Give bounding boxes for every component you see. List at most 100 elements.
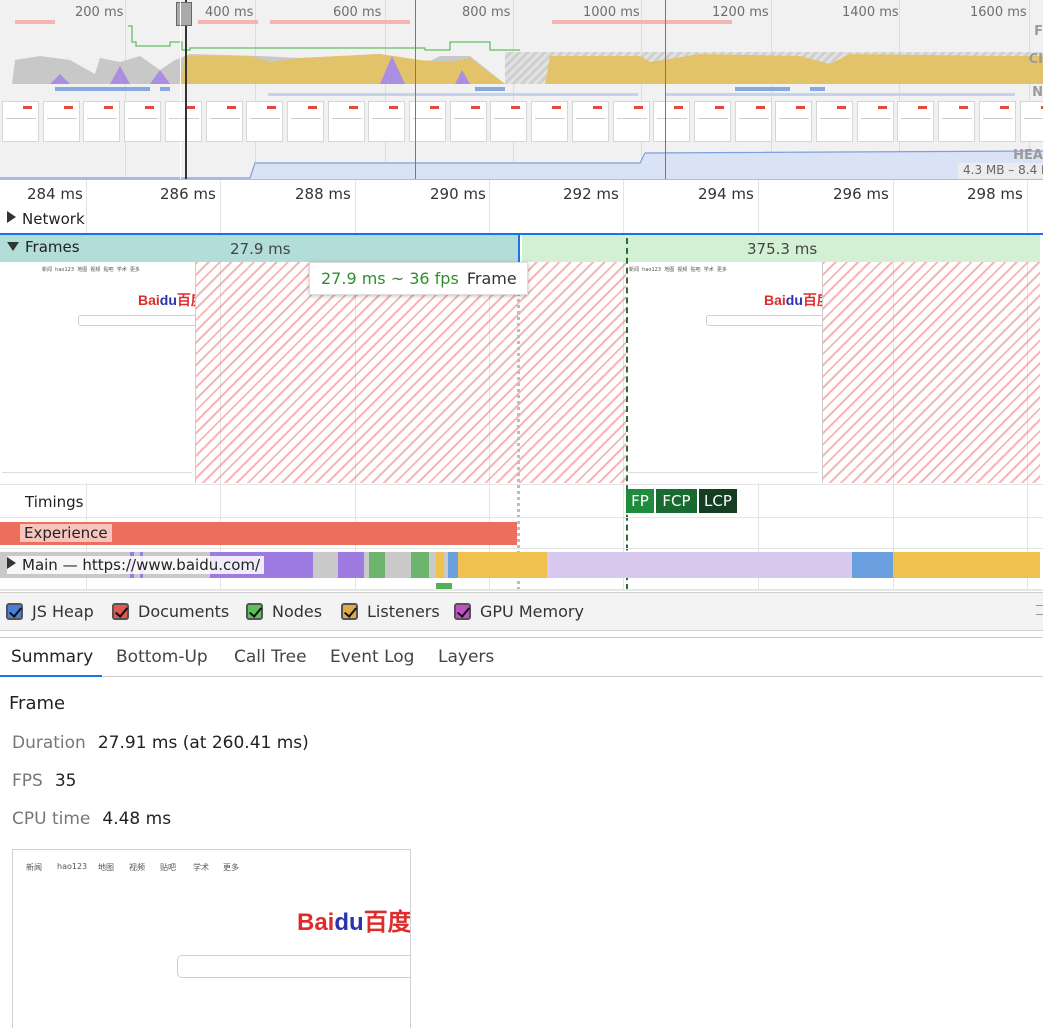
legend-item-listeners[interactable]: Listeners: [341, 602, 440, 621]
selection-handle[interactable]: [176, 2, 192, 26]
legend-label: JS Heap: [32, 602, 94, 621]
overview-tick-label: 1000 ms: [583, 5, 640, 20]
legend-label: Listeners: [367, 602, 440, 621]
frames-track-header[interactable]: Frames: [0, 235, 80, 260]
ruler-tick: 298 ms: [967, 185, 1023, 203]
tab-event-log[interactable]: Event Log: [330, 638, 414, 677]
lcp-marker[interactable]: LCP: [699, 489, 737, 513]
filmstrip-thumbnail: [734, 101, 772, 142]
checkbox-icon[interactable]: [6, 603, 23, 620]
track-divider: [0, 517, 1043, 518]
tab-bottom-up[interactable]: Bottom-Up: [116, 638, 208, 677]
filmstrip-thumbnail: [938, 101, 976, 142]
main-track-label: Main — https://www.baidu.com/: [22, 556, 261, 574]
frame-bar[interactable]: 375.3 ms: [522, 235, 1040, 262]
screenshot-nav: 新闻 hao123 地图 视频 贴吧 学术 更多: [42, 267, 140, 273]
main-thread-segment[interactable]: [265, 552, 313, 578]
frames-track-label: Frames: [25, 238, 80, 256]
screenshot-nav: 新闻 hao123 地图 视频 贴吧 学术 更多: [629, 267, 727, 273]
main-thread-segment[interactable]: [547, 552, 852, 578]
fp-marker[interactable]: FP: [626, 489, 654, 513]
main-thread-segment[interactable]: [852, 552, 893, 578]
legend-item-nodes[interactable]: Nodes: [246, 602, 322, 621]
overview-row-label: F: [1034, 24, 1043, 39]
checkbox-icon[interactable]: [454, 603, 471, 620]
frame-screenshot[interactable]: 新闻 hao123 地图 视频 贴吧 学术 更多 Baidu百度: [0, 262, 196, 483]
ruler-tick: 292 ms: [563, 185, 619, 203]
timings-track-label[interactable]: Timings: [25, 493, 84, 511]
resize-handle-icon[interactable]: [1036, 605, 1043, 615]
fps-graph: [128, 25, 520, 51]
main-thread-segment[interactable]: [436, 552, 444, 578]
preview-nav-link: 视频: [129, 863, 145, 872]
main-thread-segment[interactable]: [411, 552, 429, 578]
filmstrip-thumbnail: [246, 101, 284, 142]
filmstrip-thumbnail: [612, 101, 650, 142]
checkbox-icon[interactable]: [341, 603, 358, 620]
legend-label: Nodes: [272, 602, 323, 621]
frame-screenshot[interactable]: 新闻 hao123 地图 视频 贴吧 学术 更多 Baidu百度: [626, 262, 823, 483]
experience-track-label[interactable]: Experience: [20, 524, 112, 542]
legend-item-js-heap[interactable]: JS Heap: [6, 602, 94, 621]
checkbox-icon[interactable]: [112, 603, 129, 620]
checkbox-icon[interactable]: [246, 603, 263, 620]
filmstrip-thumbnail: [856, 101, 894, 142]
overview-tick-label: 1600 ms: [970, 5, 1027, 20]
summary-title: Frame: [9, 693, 66, 714]
filmstrip-thumbnail: [653, 101, 691, 142]
selection-window-right: [180, 0, 181, 179]
filmstrip-thumbnail: [531, 101, 569, 142]
selection-end-marker: [517, 262, 520, 590]
filmstrip-thumbnail: [978, 101, 1016, 142]
track-divider: [0, 589, 1043, 591]
ruler-tick: 294 ms: [698, 185, 754, 203]
main-thread-segment[interactable]: [385, 552, 411, 578]
frame-screenshot-preview[interactable]: 新闻 hao123 地图 视频 贴吧 学术 更多 Baidu百度: [12, 849, 411, 1028]
legend-label: Documents: [138, 602, 230, 621]
time-ruler: 284 ms 286 ms 288 ms 290 ms 292 ms 294 m…: [0, 180, 1043, 207]
heap-graph: [0, 150, 1043, 179]
main-thread-segment[interactable]: [429, 552, 436, 578]
summary-duration-value: 27.91 ms (at 260.41 ms): [97, 733, 309, 753]
ruler-tick: 290 ms: [430, 185, 486, 203]
main-track-header[interactable]: Main — https://www.baidu.com/: [7, 556, 265, 574]
legend-item-gpu-memory[interactable]: GPU Memory: [454, 602, 584, 621]
summary-cpu-key: CPU time: [12, 809, 91, 829]
fcp-marker-line: [626, 238, 628, 590]
main-thread-segment[interactable]: [458, 552, 547, 578]
main-thread-segment[interactable]: [448, 552, 458, 578]
network-track-label: Network: [22, 210, 85, 228]
ruler-tick: 288 ms: [295, 185, 351, 203]
preview-nav-link: 更多: [223, 863, 239, 872]
main-thread-segment[interactable]: [369, 552, 385, 578]
overview-tick-label: 1400 ms: [842, 5, 899, 20]
legend-item-documents[interactable]: Documents: [112, 602, 229, 621]
summary-fps-key: FPS: [12, 771, 43, 791]
main-thread-segment[interactable]: [893, 552, 1040, 578]
preview-nav-link: 新闻: [26, 863, 42, 872]
main-thread-segment[interactable]: [338, 552, 364, 578]
network-track-header[interactable]: Network: [7, 210, 85, 228]
filmstrip-thumbnail: [775, 101, 813, 142]
filmstrip-thumbnail: [164, 101, 202, 142]
fcp-marker[interactable]: FCP: [656, 489, 697, 513]
filmstrip-thumbnail: [693, 101, 731, 142]
main-thread-segment[interactable]: [313, 552, 338, 578]
tab-layers[interactable]: Layers: [438, 638, 494, 677]
heap-range: 4.3 MB – 8.4 I: [958, 163, 1043, 179]
preview-nav-link: 学术: [193, 863, 209, 872]
summary-duration-row: Duration 27.91 ms (at 260.41 ms): [12, 733, 309, 753]
summary-fps-row: FPS 35: [12, 771, 76, 791]
filmstrip-thumbnail: [897, 101, 935, 142]
summary-duration-key: Duration: [12, 733, 86, 753]
dcl-marker: [415, 0, 416, 179]
summary-panel: Frame Duration 27.91 ms (at 260.41 ms) FP…: [0, 678, 1043, 1028]
frame-bar-duration: 375.3 ms: [747, 240, 818, 258]
selection-window-left[interactable]: [185, 0, 187, 179]
tab-summary[interactable]: Summary: [0, 638, 102, 677]
tab-call-tree[interactable]: Call Tree: [234, 638, 307, 677]
baidu-logo: Baidu百度: [138, 292, 195, 308]
memory-counter-legend: JS Heap Documents Nodes Listeners GPU Memory: [0, 592, 1043, 631]
overview-tick-label: 200 ms: [75, 5, 124, 20]
timeline-overview[interactable]: 200 ms 400 ms 600 ms 800 ms 1000 ms 1200…: [0, 0, 1043, 180]
